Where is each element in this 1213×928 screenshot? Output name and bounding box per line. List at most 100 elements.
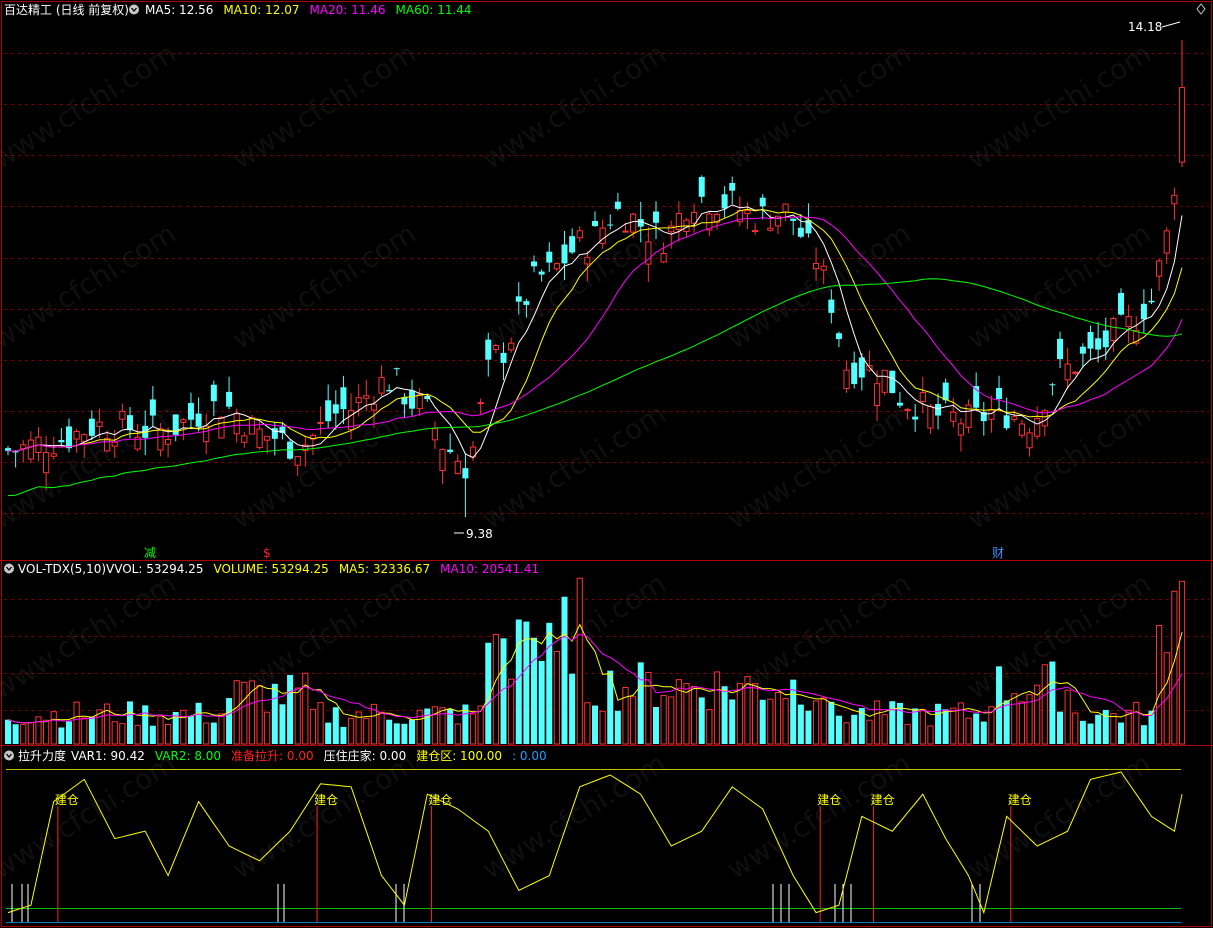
svg-text:www.cfchi.com: www.cfchi.com bbox=[961, 217, 1156, 356]
candle bbox=[912, 404, 919, 432]
svg-text:www.cfchi.com: www.cfchi.com bbox=[0, 747, 182, 886]
volume-bar bbox=[264, 711, 271, 745]
readout-ma60: MA60: 11.44 bbox=[396, 3, 472, 17]
chart-stage[interactable]: www.cfchi.com www.cfchi.com www.cfchi.com w… bbox=[0, 0, 1213, 928]
candle bbox=[12, 450, 19, 468]
candle bbox=[866, 350, 873, 372]
volume-bar bbox=[149, 725, 156, 744]
volume-bar bbox=[1178, 580, 1186, 745]
volume-bar bbox=[812, 700, 820, 745]
volume-bar bbox=[424, 708, 431, 744]
svg-text:www.cfchi.com: www.cfchi.com bbox=[226, 567, 421, 706]
volume-bar bbox=[652, 707, 659, 744]
volume-bar bbox=[409, 719, 416, 744]
volume-bar bbox=[294, 687, 301, 745]
collapse-icon[interactable] bbox=[129, 4, 139, 15]
volume-bar bbox=[721, 686, 728, 744]
candle bbox=[790, 218, 797, 235]
volume-bar bbox=[1064, 689, 1071, 745]
candle bbox=[256, 421, 263, 450]
readout-item4: 建仓区: 100.00 bbox=[416, 749, 502, 763]
volume-bar bbox=[88, 716, 95, 744]
volume-bar bbox=[119, 723, 126, 745]
candle bbox=[881, 369, 888, 396]
candle bbox=[835, 331, 842, 348]
candle bbox=[187, 392, 194, 429]
svg-text:www.cfchi.com: www.cfchi.com bbox=[476, 397, 671, 536]
volume-bar bbox=[454, 723, 461, 745]
candle bbox=[340, 375, 347, 425]
volume-bar bbox=[43, 719, 50, 745]
marker-finance: 财 bbox=[992, 546, 1004, 560]
candle bbox=[1018, 419, 1026, 439]
build-signal-label: 建仓 bbox=[314, 793, 338, 807]
volume-bar bbox=[584, 702, 591, 745]
readout-ma20: MA20: 11.46 bbox=[309, 3, 385, 17]
volume-bar bbox=[1110, 713, 1117, 745]
candle bbox=[1049, 382, 1056, 396]
high-pointer bbox=[1161, 21, 1181, 28]
volume-bar bbox=[1140, 725, 1147, 744]
volume-bar bbox=[912, 708, 919, 744]
candle bbox=[1057, 331, 1064, 369]
volume-bar bbox=[393, 723, 400, 744]
indicator-collapse-icon[interactable] bbox=[4, 750, 14, 761]
volume-bar bbox=[1049, 661, 1056, 744]
candle bbox=[698, 175, 705, 204]
volume-bar bbox=[134, 724, 141, 745]
volume-bar bbox=[614, 710, 621, 744]
volume-bar bbox=[599, 710, 606, 745]
candle bbox=[927, 403, 934, 434]
candle bbox=[1140, 289, 1147, 334]
volume-bar bbox=[1011, 693, 1018, 745]
candle bbox=[1087, 325, 1094, 361]
svg-text:www.cfchi.com: www.cfchi.com bbox=[226, 397, 421, 536]
candle bbox=[325, 384, 332, 429]
volume-bar bbox=[50, 711, 57, 745]
candle bbox=[546, 242, 553, 273]
candle bbox=[1118, 288, 1125, 316]
indicator-title: 拉升力度 bbox=[18, 748, 66, 763]
candle bbox=[553, 262, 560, 272]
volume-collapse-icon[interactable] bbox=[4, 563, 14, 574]
diamond-icon[interactable] bbox=[1196, 3, 1206, 15]
candle bbox=[592, 211, 598, 228]
volume-bar bbox=[142, 705, 149, 744]
readout-var2: VAR2: 8.00 bbox=[155, 749, 221, 763]
candle bbox=[1064, 347, 1071, 390]
volume-bar bbox=[957, 702, 965, 745]
volume-bar bbox=[866, 719, 873, 745]
volume-bar bbox=[1118, 722, 1125, 744]
candle bbox=[599, 219, 606, 249]
svg-text:www.cfchi.com: www.cfchi.com bbox=[0, 217, 182, 356]
candle bbox=[569, 228, 576, 255]
stock-title: 百达精工 (日线 前复权) bbox=[4, 2, 129, 17]
volume-bar bbox=[980, 721, 987, 744]
volume-bar bbox=[942, 709, 949, 744]
volume-bar bbox=[401, 723, 408, 744]
volume-bar bbox=[569, 673, 576, 744]
volume-bar bbox=[1095, 714, 1102, 744]
svg-text:www.cfchi.com: www.cfchi.com bbox=[226, 217, 421, 356]
svg-text:www.cfchi.com: www.cfchi.com bbox=[961, 747, 1156, 886]
svg-text:www.cfchi.com: www.cfchi.com bbox=[961, 37, 1156, 176]
candle bbox=[538, 269, 545, 282]
candle bbox=[1148, 288, 1155, 305]
readout-ma5: MA5: 32336.67 bbox=[339, 562, 430, 576]
volume-bar bbox=[226, 698, 233, 744]
candle bbox=[957, 418, 965, 452]
volume-bar bbox=[1087, 723, 1094, 744]
readout-volume: VOLUME: 53294.25 bbox=[213, 562, 328, 576]
volume-bar bbox=[492, 634, 499, 745]
volume-bar bbox=[965, 717, 972, 745]
volume-bar bbox=[233, 680, 240, 745]
volume-bar bbox=[736, 683, 743, 745]
candle bbox=[614, 192, 621, 211]
candle bbox=[226, 376, 233, 410]
volume-bar bbox=[203, 722, 210, 745]
volume-bar bbox=[58, 727, 65, 744]
candle bbox=[1125, 304, 1132, 343]
volume-bar bbox=[828, 701, 835, 744]
candle bbox=[1171, 187, 1178, 220]
volume-bar bbox=[279, 704, 286, 744]
